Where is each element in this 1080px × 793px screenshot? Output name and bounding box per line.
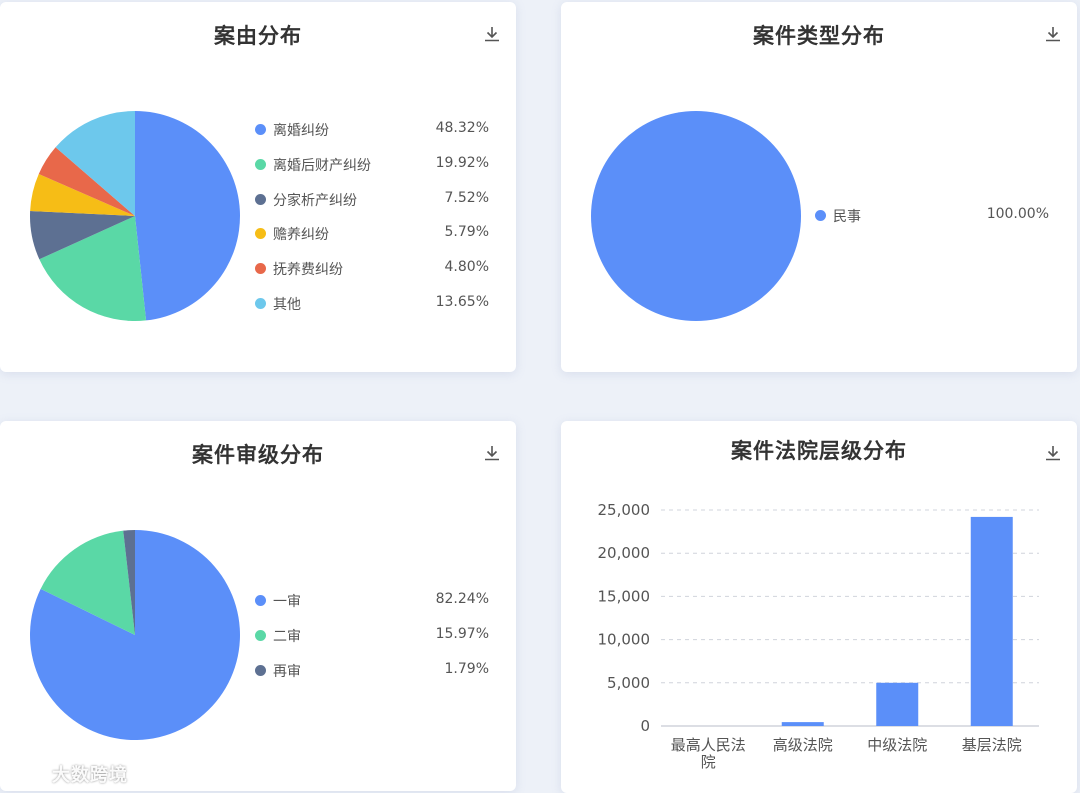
legend-label: 二审 — [273, 628, 301, 645]
y-tick-label: 25,000 — [598, 501, 651, 519]
legend-label: 抚养费纠纷 — [273, 262, 343, 279]
legend-label: 一审 — [273, 594, 301, 610]
legend-label: 离婚纠纷 — [273, 123, 329, 139]
legend-label: 民事 — [833, 209, 861, 225]
legend-marker — [255, 298, 266, 309]
court-level-bar-chart: 0 5,000 10,000 15,000 20,000 25,000 最高人民法院 高级法院… — [598, 501, 1039, 771]
legend-item[interactable]: 再审 1.79% — [255, 660, 489, 680]
legend-item[interactable]: 民事 100.00% — [815, 205, 1049, 225]
case-type-legend: 民事 100.00% — [815, 205, 1049, 235]
legend-item[interactable]: 二审 15.97% — [255, 625, 489, 645]
x-tick-label: 基层法院 — [962, 736, 1022, 754]
case-cause-pie — [30, 111, 241, 321]
court-level-card: 案件法院层级分布 0 5,000 10,000 15,000 20,000 25,000 最… — [561, 421, 1077, 793]
y-tick-label: 15,000 — [598, 587, 651, 605]
bar[interactable] — [876, 682, 919, 726]
legend-label: 离婚后财产纠纷 — [273, 157, 371, 174]
bar[interactable] — [781, 722, 824, 726]
x-tick-label: 中级法院 — [867, 736, 927, 754]
download-icon[interactable] — [482, 24, 502, 44]
y-tick-label: 10,000 — [598, 631, 651, 649]
case-type-pie — [591, 111, 801, 321]
trial-level-title: 案件审级分布 — [192, 443, 324, 467]
legend-value: 4.80% — [444, 259, 489, 276]
trial-level-pie — [30, 530, 241, 740]
pie-slice[interactable] — [591, 111, 801, 321]
legend-marker — [255, 664, 266, 676]
x-tick-label: 最高人民法院 — [671, 736, 746, 771]
legend-value: 100.00% — [986, 206, 1049, 222]
legend-label: 分家析产纠纷 — [273, 192, 357, 209]
pie-slice[interactable] — [135, 111, 241, 321]
case-cause-title: 案由分布 — [214, 24, 302, 48]
legend-item[interactable]: 分家析产纠纷 7.52% — [255, 189, 489, 209]
case-type-title: 案件类型分布 — [753, 24, 885, 48]
legend-value: 19.92% — [435, 154, 489, 171]
legend-item[interactable]: 离婚纠纷 48.32% — [255, 119, 489, 139]
y-tick-label: 0 — [640, 717, 650, 735]
trial-level-legend: 一审 82.24% 二审 15.97% 再审 1.79% — [255, 590, 489, 690]
legend-marker — [255, 263, 266, 275]
legend-marker — [255, 124, 266, 135]
legend-item[interactable]: 一审 82.24% — [255, 590, 489, 610]
x-tick-label: 高级法院 — [773, 736, 833, 754]
legend-marker — [255, 595, 266, 606]
legend-marker — [255, 158, 266, 170]
legend-item[interactable]: 赡养纠纷 5.79% — [255, 223, 489, 243]
legend-value: 7.52% — [444, 189, 489, 206]
watermark: 大数跨境 — [8, 761, 128, 787]
legend-value: 5.79% — [444, 224, 489, 241]
legend-label: 再审 — [273, 663, 301, 680]
y-tick-label: 5,000 — [607, 674, 650, 692]
trial-level-card: 案件审级分布 一审 82.24% 二审 15.97% 再审 1.79% — [0, 421, 516, 791]
legend-value: 1.79% — [444, 660, 489, 677]
legend-item[interactable]: 抚养费纠纷 4.80% — [255, 258, 489, 278]
case-cause-card: 案由分布 离婚纠纷 48.32% 离婚后财产纠纷 19.92% 分家析产纠纷 7.52% 赡… — [0, 2, 516, 372]
legend-value: 82.24% — [435, 591, 489, 607]
legend-marker — [255, 629, 266, 641]
watermark-logo-icon — [9, 768, 45, 783]
bar[interactable] — [970, 516, 1013, 726]
legend-value: 13.65% — [435, 294, 489, 310]
legend-marker — [255, 193, 266, 205]
legend-value: 48.32% — [435, 120, 489, 136]
watermark-text: 大数跨境 — [52, 765, 128, 786]
legend-item[interactable]: 其他 13.65% — [255, 293, 489, 313]
download-icon[interactable] — [482, 443, 502, 463]
legend-label: 赡养纠纷 — [273, 227, 329, 244]
legend-label: 其他 — [273, 297, 301, 313]
legend-marker — [255, 228, 266, 240]
case-cause-legend: 离婚纠纷 48.32% 离婚后财产纠纷 19.92% 分家析产纠纷 7.52% 赡养纠纷 5.… — [255, 119, 489, 319]
legend-value: 15.97% — [435, 625, 489, 642]
download-icon[interactable] — [1043, 24, 1063, 44]
legend-marker — [815, 210, 826, 221]
y-tick-label: 20,000 — [598, 544, 651, 562]
case-type-card: 案件类型分布 民事 100.00% — [561, 2, 1077, 372]
legend-item[interactable]: 离婚后财产纠纷 19.92% — [255, 154, 489, 174]
